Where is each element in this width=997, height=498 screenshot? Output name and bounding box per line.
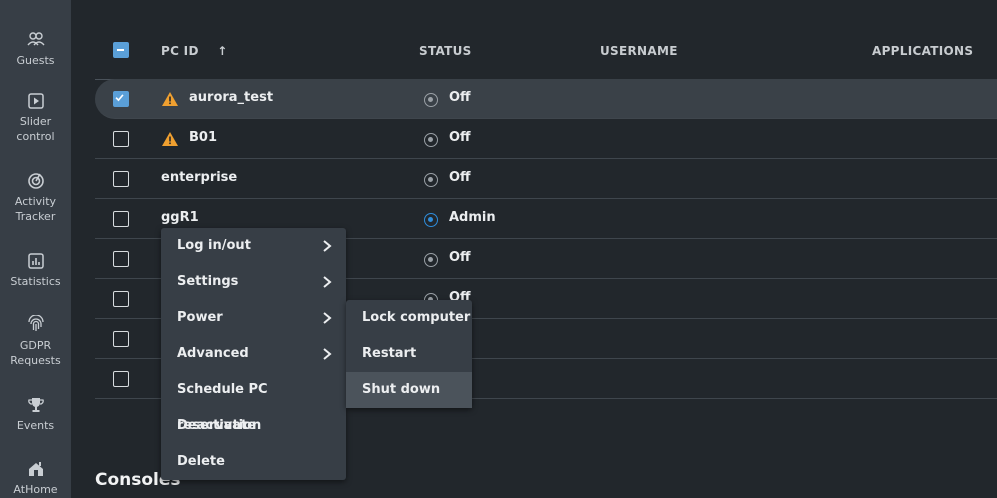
row-checkbox[interactable] <box>113 91 129 107</box>
nav-item-activity-tracker[interactable]: Activity Tracker <box>0 171 71 224</box>
menu-item-log-in-out[interactable]: Log in/out <box>161 228 346 264</box>
nav-item-guests[interactable]: Guests <box>0 30 71 68</box>
chevron-right-icon <box>323 312 332 324</box>
chevron-right-icon <box>323 348 332 360</box>
status-off-icon <box>424 93 438 107</box>
pc-id[interactable]: ggR1 <box>161 210 199 225</box>
menu-item-label: Log in/out <box>177 238 251 253</box>
status-text: Admin <box>449 210 496 225</box>
status-text: Off <box>449 170 471 185</box>
status-admin-icon <box>424 213 438 227</box>
menu-item-deactivate[interactable]: Deactivate <box>161 408 346 444</box>
status-text: Off <box>449 130 471 145</box>
sidebar: Guests Slider control Activity Tracker S… <box>0 0 71 498</box>
column-header-pc-id[interactable]: PC ID ↑ <box>161 44 228 58</box>
pc-id[interactable]: B01 <box>189 130 217 145</box>
menu-item-advanced[interactable]: Advanced <box>161 336 346 372</box>
nav-item-athome[interactable]: AtHome <box>0 459 71 497</box>
nav-label: Statistics <box>10 275 61 288</box>
select-all-checkbox[interactable] <box>113 42 129 58</box>
submenu-item-shut-down[interactable]: Shut down <box>346 372 472 408</box>
nav-label: AtHome <box>13 483 58 496</box>
menu-item-label: Deactivate <box>177 418 257 433</box>
home-icon <box>26 459 46 479</box>
column-header-pc-id-label: PC ID <box>161 44 199 58</box>
column-header-status[interactable]: STATUS <box>419 44 472 58</box>
guests-icon <box>26 30 46 50</box>
statistics-icon <box>26 251 46 271</box>
column-header-applications[interactable]: APPLICATIONS <box>872 44 973 58</box>
fingerprint-icon <box>26 315 46 335</box>
submenu-item-restart[interactable]: Restart <box>346 336 472 372</box>
trophy-icon <box>26 395 46 415</box>
nav-label: Guests <box>16 54 55 67</box>
power-submenu: Lock computer Restart Shut down <box>346 300 472 408</box>
table-row[interactable]: aurora_test Off <box>95 79 997 119</box>
status-text: Off <box>449 90 471 105</box>
menu-item-label: Power <box>177 310 223 325</box>
slider-control-icon <box>26 91 46 111</box>
submenu-item-lock-computer[interactable]: Lock computer <box>346 300 472 336</box>
row-checkbox[interactable] <box>113 171 129 187</box>
warning-icon <box>162 132 178 146</box>
nav-label: Events <box>16 419 55 432</box>
sort-ascending-icon: ↑ <box>217 44 228 58</box>
row-checkbox[interactable] <box>113 331 129 347</box>
table-row[interactable]: enterprise Off <box>95 159 997 199</box>
context-menu: Log in/out Settings Power Advanced Sched… <box>161 228 346 480</box>
pc-id[interactable]: enterprise <box>161 170 237 185</box>
row-checkbox[interactable] <box>113 251 129 267</box>
row-checkbox[interactable] <box>113 131 129 147</box>
status-off-icon <box>424 173 438 187</box>
status-off-icon <box>424 253 438 267</box>
nav-item-statistics[interactable]: Statistics <box>0 251 71 289</box>
menu-item-label: Delete <box>177 454 225 469</box>
nav-label: GDPR Requests <box>10 339 61 367</box>
nav-item-gdpr-requests[interactable]: GDPR Requests <box>0 315 71 368</box>
table-row[interactable]: B01 Off <box>95 119 997 159</box>
row-checkbox[interactable] <box>113 291 129 307</box>
menu-item-label: Advanced <box>177 346 249 361</box>
menu-item-delete[interactable]: Delete <box>161 444 346 480</box>
table-header: PC ID ↑ STATUS USERNAME APPLICATIONS <box>95 20 997 80</box>
row-checkbox[interactable] <box>113 211 129 227</box>
nav-label: Activity Tracker <box>14 195 57 223</box>
status-off-icon <box>424 133 438 147</box>
status-text: Off <box>449 250 471 265</box>
pc-id[interactable]: aurora_test <box>189 90 273 105</box>
menu-item-power[interactable]: Power <box>161 300 346 336</box>
chevron-right-icon <box>323 276 332 288</box>
nav-item-events[interactable]: Events <box>0 395 71 433</box>
nav-label: Slider control <box>16 115 55 143</box>
menu-item-schedule-pc-reservation[interactable]: Schedule PC reservation <box>161 372 346 433</box>
row-checkbox[interactable] <box>113 371 129 387</box>
nav-item-slider-control[interactable]: Slider control <box>0 91 71 144</box>
menu-item-settings[interactable]: Settings <box>161 264 346 300</box>
column-header-username[interactable]: USERNAME <box>600 44 678 58</box>
chevron-right-icon <box>323 240 332 252</box>
activity-tracker-icon <box>26 171 46 191</box>
warning-icon <box>162 92 178 106</box>
menu-item-label: Settings <box>177 274 239 289</box>
